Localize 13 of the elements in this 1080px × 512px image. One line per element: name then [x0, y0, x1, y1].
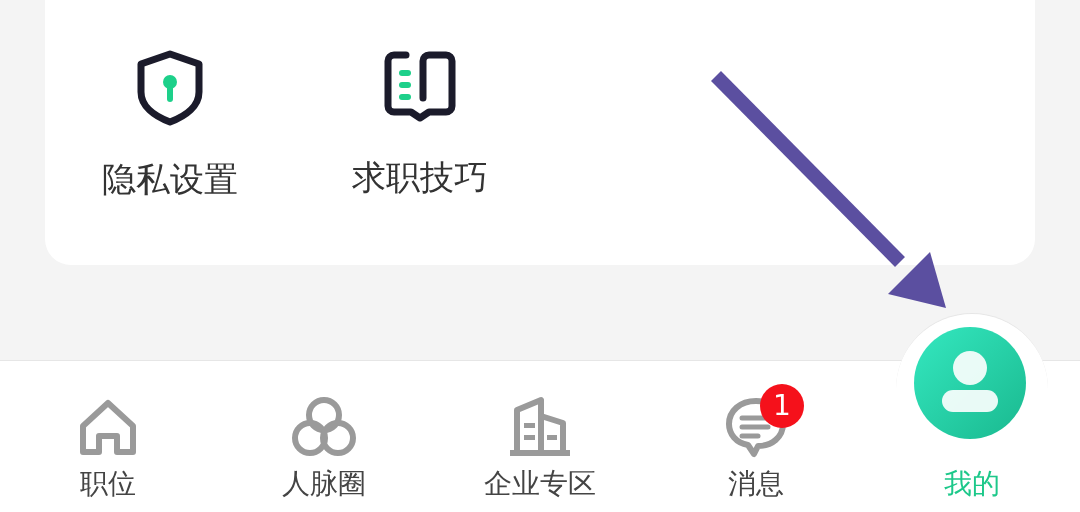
- house-icon: [77, 398, 139, 458]
- tool-label[interactable]: 求职技巧: [352, 160, 488, 194]
- tool-label[interactable]: 隐私设置: [102, 162, 238, 196]
- building-icon: [507, 396, 573, 458]
- tab[interactable]: 人脉圈: [282, 470, 366, 498]
- badge: 1: [760, 384, 804, 428]
- tab[interactable]: 企业专区: [484, 470, 596, 498]
- tab[interactable]: 消息: [728, 470, 784, 498]
- shield-icon: [136, 50, 204, 126]
- book-icon: [383, 50, 457, 124]
- tab[interactable]: 职位: [80, 470, 136, 498]
- circles-icon: [291, 396, 357, 458]
- chat-icon: [724, 396, 788, 458]
